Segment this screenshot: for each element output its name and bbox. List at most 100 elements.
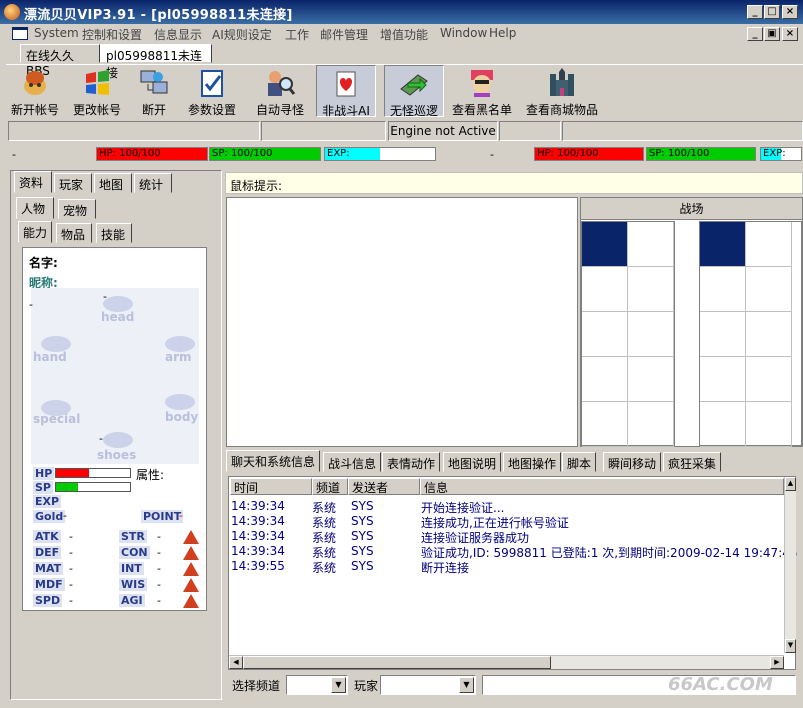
- scroll-thumb[interactable]: [243, 656, 551, 669]
- menu-mail[interactable]: 邮件管理: [320, 26, 368, 43]
- close-button[interactable]: ×: [782, 5, 798, 19]
- child-restore-button[interactable]: ▣: [764, 27, 780, 41]
- battlefield-grid-right[interactable]: [699, 221, 802, 447]
- scroll-down-arrow-icon[interactable]: ▼: [785, 639, 796, 653]
- tab-players[interactable]: 玩家: [54, 173, 92, 193]
- tab-profile[interactable]: 资料: [14, 171, 52, 193]
- tab-chat-system[interactable]: 聊天和系统信息: [226, 450, 321, 472]
- battlefield-cell[interactable]: [628, 267, 674, 312]
- tab-map-ops[interactable]: 地图操作: [503, 452, 562, 472]
- col-time[interactable]: 时间: [230, 478, 312, 495]
- menu-help[interactable]: Help: [489, 26, 516, 40]
- tab-map-desc[interactable]: 地图说明: [443, 452, 502, 472]
- tab-items[interactable]: 物品: [56, 223, 92, 243]
- child-minimize-button[interactable]: _: [747, 27, 763, 41]
- channel-select[interactable]: ▼: [286, 675, 348, 695]
- tab-skills[interactable]: 技能: [96, 223, 132, 243]
- disconnect-button[interactable]: 断开: [132, 65, 176, 117]
- battlefield-cell[interactable]: [746, 402, 792, 447]
- battlefield-cell[interactable]: [582, 267, 628, 312]
- battlefield-cell[interactable]: [746, 312, 792, 357]
- battlefield-cell[interactable]: [700, 357, 746, 402]
- view-mall-items-button[interactable]: 查看商城物品: [522, 65, 602, 117]
- col-sender[interactable]: 发送者: [348, 478, 420, 495]
- auto-find-monster-button[interactable]: 自动寻怪: [250, 65, 310, 117]
- col-channel[interactable]: 频道: [312, 478, 348, 495]
- tab-stats[interactable]: 统计: [134, 173, 172, 193]
- col-message[interactable]: 信息: [420, 478, 784, 495]
- menu-info-display[interactable]: 信息显示: [154, 26, 202, 43]
- tab-battle-info[interactable]: 战斗信息: [323, 452, 382, 472]
- view-blacklist-button[interactable]: 查看黑名单: [450, 65, 514, 117]
- body-slot[interactable]: [165, 394, 195, 410]
- menu-control-settings[interactable]: 控制和设置: [82, 26, 142, 43]
- tab-map[interactable]: 地图: [94, 173, 132, 193]
- patrol-button[interactable]: 无怪巡逻: [384, 65, 444, 118]
- hand-slot-label: hand: [33, 350, 67, 364]
- scroll-up-arrow-icon[interactable]: ▲: [785, 477, 796, 491]
- menu-value-added[interactable]: 增值功能: [380, 26, 428, 43]
- battlefield-cell[interactable]: [700, 267, 746, 312]
- menu-work[interactable]: 工作: [285, 26, 309, 43]
- list-item[interactable]: 14:39:34 系统 SYS 连接验证服务器成功: [229, 529, 784, 545]
- increase-stat-arrow-icon[interactable]: [183, 546, 199, 560]
- battlefield-cell[interactable]: [628, 312, 674, 357]
- sp-max: /100: [687, 148, 710, 159]
- battlefield-grid-left[interactable]: [581, 221, 675, 447]
- settings-button[interactable]: 参数设置: [182, 65, 242, 117]
- vertical-scrollbar[interactable]: ▲ ▼: [784, 477, 796, 653]
- increase-stat-arrow-icon[interactable]: [183, 578, 199, 592]
- shoes-slot[interactable]: [103, 432, 133, 448]
- battlefield-cell[interactable]: [582, 312, 628, 357]
- battlefield-cell[interactable]: [700, 222, 746, 267]
- status-pane-1: [8, 121, 260, 141]
- list-item[interactable]: 14:39:34 系统 SYS 开始连接验证...: [229, 499, 784, 515]
- battlefield-cell[interactable]: [628, 402, 674, 447]
- battlefield-cell[interactable]: [582, 402, 628, 447]
- tab-character[interactable]: 人物: [16, 197, 54, 219]
- battlefield-cell[interactable]: [628, 357, 674, 402]
- menu-ai-rules[interactable]: AI规则设定: [212, 26, 272, 43]
- battlefield-cell[interactable]: [582, 357, 628, 402]
- list-item[interactable]: 14:39:34 系统 SYS 验证成功,ID: 5998811 已登陆:1 次,到期…: [229, 544, 798, 560]
- scroll-left-arrow-icon[interactable]: ◀: [229, 656, 243, 669]
- battlefield-cell[interactable]: [700, 312, 746, 357]
- tab-bbs[interactable]: 在线久久BBS: [20, 44, 100, 78]
- map-view[interactable]: [226, 197, 578, 447]
- tab-emotes[interactable]: 表情动作: [382, 452, 441, 472]
- non-combat-ai-button[interactable]: 非战斗AI: [316, 65, 376, 118]
- child-close-button[interactable]: ×: [782, 27, 798, 41]
- battlefield-cell[interactable]: [746, 357, 792, 402]
- increase-stat-arrow-icon[interactable]: [183, 530, 199, 544]
- stat-value: -: [69, 578, 73, 591]
- change-account-button[interactable]: 更改帐号: [68, 65, 126, 117]
- scroll-right-arrow-icon[interactable]: ▶: [770, 656, 784, 669]
- battlefield-cell[interactable]: [746, 267, 792, 312]
- battlefield-cell[interactable]: [700, 402, 746, 447]
- tab-pet[interactable]: 宠物: [58, 199, 96, 219]
- list-item[interactable]: 14:39:34 系统 SYS 连接成功,正在进行帐号验证: [229, 514, 784, 530]
- player-select[interactable]: ▼: [380, 675, 476, 695]
- battlefield-cell[interactable]: [628, 222, 674, 267]
- tab-teleport[interactable]: 瞬间移动: [603, 452, 662, 472]
- increase-stat-arrow-icon[interactable]: [183, 562, 199, 576]
- watermark: 66AC.COM: [668, 674, 773, 695]
- toolbar-label: 自动寻怪: [255, 103, 304, 117]
- tab-account[interactable]: pl05998811未连接: [100, 44, 212, 80]
- message-list[interactable]: 时间 频道 发送者 信息 14:39:34 系统 SYS 开始连接验证... 14:39…: [228, 476, 798, 670]
- menu-system[interactable]: System: [34, 26, 79, 40]
- horizontal-scrollbar[interactable]: ◀ ▶: [229, 655, 784, 669]
- list-item[interactable]: 14:39:55 系统 SYS 断开连接: [229, 559, 784, 575]
- hp-cur: 100: [119, 148, 139, 159]
- minimize-button[interactable]: _: [747, 5, 763, 19]
- increase-stat-arrow-icon[interactable]: [183, 594, 199, 608]
- battlefield-cell[interactable]: [582, 222, 628, 267]
- menu-window[interactable]: Window: [440, 26, 487, 40]
- tab-script[interactable]: 脚本: [562, 452, 597, 472]
- tab-abilities[interactable]: 能力: [18, 221, 52, 243]
- battlefield-cell[interactable]: [746, 222, 792, 267]
- patrol-arrow-icon: [400, 74, 428, 96]
- maximize-button[interactable]: □: [764, 5, 780, 19]
- tab-gather[interactable]: 疯狂采集: [663, 452, 722, 472]
- new-account-button[interactable]: 新开帐号: [6, 65, 64, 117]
